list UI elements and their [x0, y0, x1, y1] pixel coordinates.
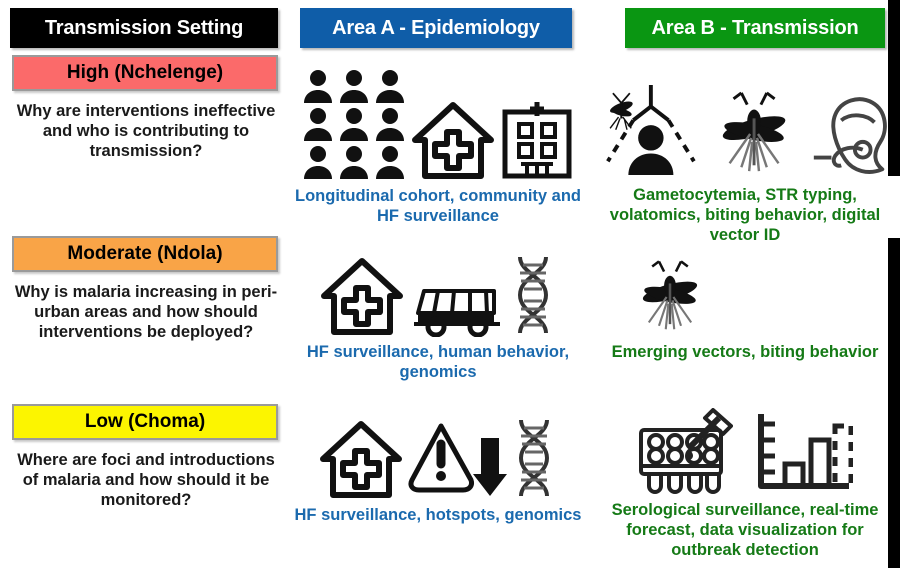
caption-a-row1: Longitudinal cohort, community and HF su… — [295, 187, 581, 226]
icon-group-b-row1 — [600, 72, 890, 180]
people-group-icon — [303, 68, 405, 180]
right-edge-bar-top — [888, 0, 900, 176]
caption-b-row3: Serological surveillance, real-time fore… — [611, 501, 879, 560]
health-house-icon — [412, 102, 494, 179]
dna-helix-icon — [517, 256, 549, 334]
elisa-plate-pipette-icon — [639, 408, 733, 494]
icon-group-b-row3 — [600, 408, 890, 494]
warning-triangle-down-arrow-icon — [408, 423, 507, 496]
bar-chart-forecast-icon — [758, 414, 853, 489]
caption-b-row1: Gametocytemia, STR typing, volatomics, b… — [609, 186, 881, 245]
right-edge-bar-bottom — [888, 238, 900, 568]
hospital-building-icon — [502, 102, 572, 179]
mosquito-bednet-person-icon — [606, 85, 696, 175]
header-area-b: Area B - Transmission — [625, 8, 885, 48]
caption-b-row2: Emerging vectors, biting behavior — [611, 343, 879, 361]
icon-group-a-row2 — [292, 255, 584, 337]
mosquito-proboscis-icon — [813, 97, 887, 174]
question-moderate: Why is malaria increasing in peri-urban … — [14, 283, 278, 342]
icon-group-a-row1 — [292, 62, 584, 180]
dna-helix-icon — [518, 419, 550, 497]
header-area-a: Area A - Epidemiology — [300, 8, 572, 48]
question-high: Why are interventions ineffective and wh… — [16, 102, 276, 161]
bus-icon — [414, 289, 500, 337]
health-house-icon — [321, 258, 403, 335]
icon-group-a-row3 — [292, 418, 584, 500]
health-house-icon — [320, 421, 402, 498]
question-low: Where are foci and introductions of mala… — [17, 451, 275, 510]
caption-a-row2: HF surveillance, human behavior, genomic… — [306, 343, 570, 382]
header-transmission-setting: Transmission Setting — [10, 8, 278, 48]
mosquito-icon — [642, 260, 698, 330]
setting-chip-low: Low (Choma) — [12, 404, 278, 440]
setting-chip-high: High (Nchelenge) — [12, 55, 278, 91]
icon-group-b-row2 — [600, 258, 890, 336]
setting-chip-moderate: Moderate (Ndola) — [12, 236, 278, 272]
mosquito-icon — [722, 91, 786, 172]
caption-a-row3: HF surveillance, hotspots, genomics — [294, 506, 582, 524]
